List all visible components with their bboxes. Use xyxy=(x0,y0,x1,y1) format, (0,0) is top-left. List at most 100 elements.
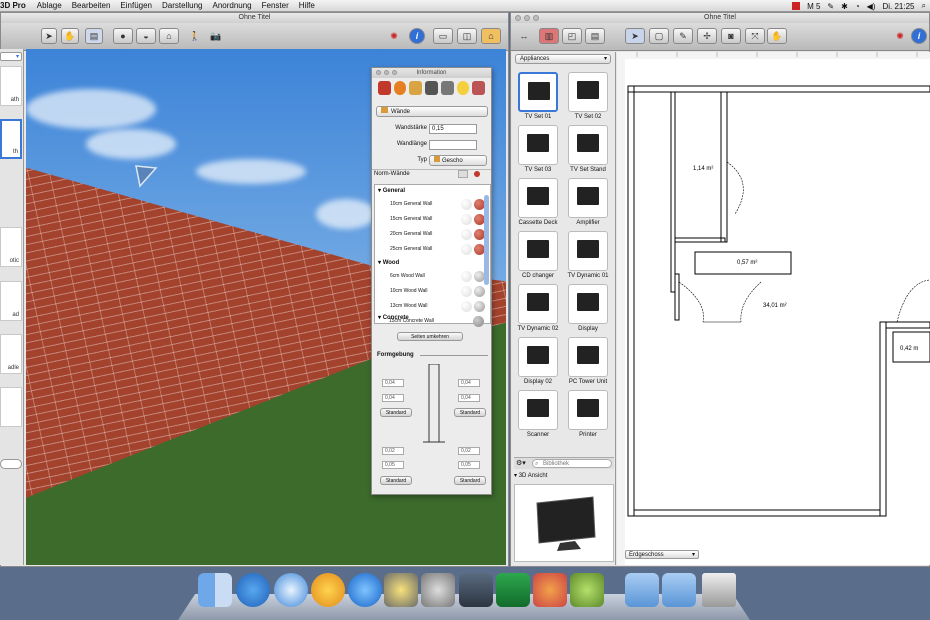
view-2d-button[interactable]: ▭ xyxy=(433,28,453,44)
catalog-item[interactable]: Display xyxy=(565,284,611,332)
shape-field-3[interactable]: 0,04 xyxy=(458,379,480,387)
group-wood[interactable]: ▾ Wood xyxy=(378,259,399,266)
shape-field-1[interactable]: 0,04 xyxy=(382,379,404,387)
list-scrollbar[interactable] xyxy=(484,195,489,285)
catalog-item[interactable]: TV Dynamic 01 xyxy=(565,231,611,279)
palette-slot[interactable]: ad xyxy=(0,281,22,321)
rotate-tool-button[interactable]: ✢ xyxy=(697,28,717,44)
system-preferences-icon[interactable] xyxy=(421,573,455,607)
list-item[interactable]: 10cm General Wall xyxy=(375,197,490,212)
info-button[interactable]: i xyxy=(911,28,927,44)
camera-view-button[interactable]: ◒ xyxy=(136,28,156,44)
catalog-item[interactable]: Cassette Deck xyxy=(515,178,561,226)
app-store-icon[interactable] xyxy=(236,573,270,607)
catalog-item[interactable]: Display 02 xyxy=(515,337,561,385)
list-item[interactable]: 15cm General Wall xyxy=(375,212,490,227)
app-menu[interactable]: 3D Pro xyxy=(0,1,32,10)
image-editor-icon[interactable] xyxy=(496,573,530,607)
camera-cursor-icon[interactable] xyxy=(134,164,158,188)
catalog-item[interactable]: Printer xyxy=(565,390,611,438)
documents-folder-icon[interactable] xyxy=(662,573,696,607)
shape-field-4[interactable]: 0,04 xyxy=(458,394,480,402)
material-tab-icon[interactable] xyxy=(393,81,407,95)
home-design-3d-icon[interactable] xyxy=(570,573,604,607)
catalog-item[interactable]: Scanner xyxy=(515,390,561,438)
brush-tab-icon[interactable] xyxy=(425,81,438,95)
wifi-icon[interactable]: ◔ xyxy=(855,2,860,11)
palette-slot[interactable]: otic xyxy=(0,227,22,267)
walk-tool-button[interactable]: 🚶 xyxy=(187,28,203,44)
catalog-layers-button[interactable]: ▤ xyxy=(585,28,605,44)
left-window-titlebar[interactable]: Ohne Titel xyxy=(1,13,508,23)
pan-tool-button[interactable]: ✋ xyxy=(61,28,79,44)
catalog-item[interactable]: TV Set Stand xyxy=(565,125,611,173)
library-search-input[interactable]: ⌕ Bibliothek xyxy=(532,459,612,468)
room-tool-button[interactable]: ▢ xyxy=(649,28,669,44)
select-tool-button[interactable]: ➤ xyxy=(41,28,57,44)
list-item[interactable]: 20cm General Wall xyxy=(375,227,490,242)
shape-field-7[interactable]: 0,02 xyxy=(458,447,480,455)
shape-field-2[interactable]: 0,04 xyxy=(382,394,404,402)
settings-tab-icon[interactable] xyxy=(472,81,486,95)
floor-plan-view[interactable]: 1,14 m² 0,57 m² 34,01 m² 0,42 m Erdgesch… xyxy=(617,52,930,565)
list-item[interactable]: 13cm Wood Wall xyxy=(375,299,490,314)
light-tab-icon[interactable] xyxy=(456,81,470,95)
shape-field-6[interactable]: 0,05 xyxy=(382,461,404,469)
home-design-icon[interactable] xyxy=(533,573,567,607)
trash-icon[interactable] xyxy=(702,573,736,607)
itunes-icon[interactable] xyxy=(348,573,382,607)
view-split-button[interactable]: ◫ xyxy=(457,28,477,44)
home-button[interactable]: ⌂ xyxy=(481,28,501,44)
menu-bearbeiten[interactable]: Bearbeiten xyxy=(67,1,116,10)
gear-icon[interactable]: ⚙▾ xyxy=(516,459,526,467)
catalog-dropdown[interactable]: Appliances ▾ xyxy=(515,54,611,64)
menu-einfuegen[interactable]: Einfügen xyxy=(115,1,157,10)
standard-button-left-bottom[interactable]: Standard xyxy=(380,476,412,485)
imovie-icon[interactable] xyxy=(384,573,418,607)
messenger-icon[interactable] xyxy=(311,573,345,607)
length-field[interactable] xyxy=(429,140,477,150)
record-icon[interactable] xyxy=(792,2,801,10)
dashboard-icon[interactable] xyxy=(459,573,493,607)
group-general[interactable]: ▾ General xyxy=(378,187,405,194)
type-dropdown[interactable]: Gescho xyxy=(429,155,487,166)
menu-ablage[interactable]: Ablage xyxy=(32,1,67,10)
wall-tool-button[interactable]: ▤ xyxy=(85,28,103,44)
catalog-item[interactable]: TV Set 01 xyxy=(515,72,561,120)
standard-button-left-top[interactable]: Standard xyxy=(380,408,412,417)
catalog-item[interactable]: TV Dynamic 02 xyxy=(515,284,561,332)
furniture-tab-icon[interactable] xyxy=(378,81,391,95)
wall-draw-button[interactable]: ✎ xyxy=(673,28,693,44)
list-item[interactable]: 6cm Wood Wall xyxy=(375,269,490,284)
catalog-material-button[interactable]: ◰ xyxy=(562,28,582,44)
script-icon[interactable]: ✎ xyxy=(827,2,834,11)
plugin-icon[interactable]: ✺ xyxy=(385,28,403,44)
category-dropdown[interactable]: Wände xyxy=(376,106,488,117)
list-item[interactable]: 25cm General Wall xyxy=(375,242,490,257)
info-panel-titlebar[interactable]: Information xyxy=(372,68,491,78)
menu-anordnung[interactable]: Anordnung xyxy=(207,1,256,10)
catalog-item[interactable]: TV Set 03 xyxy=(515,125,561,173)
standard-button-right-top[interactable]: Standard xyxy=(454,408,486,417)
floor-dropdown[interactable]: Erdgeschoss ▾ xyxy=(625,550,699,559)
shape-field-5[interactable]: 0,02 xyxy=(382,447,404,455)
palette-slot[interactable]: adle xyxy=(0,334,22,374)
flip-sides-button[interactable]: Seiten umkehren xyxy=(397,332,463,341)
right-window-titlebar[interactable]: Ohne Titel xyxy=(511,13,929,23)
finder-icon[interactable] xyxy=(198,573,232,607)
spotlight-icon[interactable]: ⌕ xyxy=(922,1,926,11)
info-button[interactable]: i xyxy=(409,28,425,44)
applications-folder-icon[interactable] xyxy=(625,573,659,607)
catalog-item[interactable]: Amplifier xyxy=(565,178,611,226)
clock[interactable]: Di. 21:25 xyxy=(882,2,914,11)
menu-fenster[interactable]: Fenster xyxy=(257,1,294,10)
menu-darstellung[interactable]: Darstellung xyxy=(157,1,207,10)
status-text[interactable]: M 5 xyxy=(807,2,820,11)
shape-field-8[interactable]: 0,05 xyxy=(458,461,480,469)
palette-dropdown[interactable]: ▾ xyxy=(0,52,22,61)
catalog-item[interactable]: PC Tower Unit xyxy=(565,337,611,385)
collapse-button[interactable] xyxy=(458,170,468,178)
volume-icon[interactable]: ◀) xyxy=(867,2,876,11)
camera-tool-button[interactable]: ◙ xyxy=(721,28,741,44)
palette-slot[interactable]: ath xyxy=(0,66,22,106)
